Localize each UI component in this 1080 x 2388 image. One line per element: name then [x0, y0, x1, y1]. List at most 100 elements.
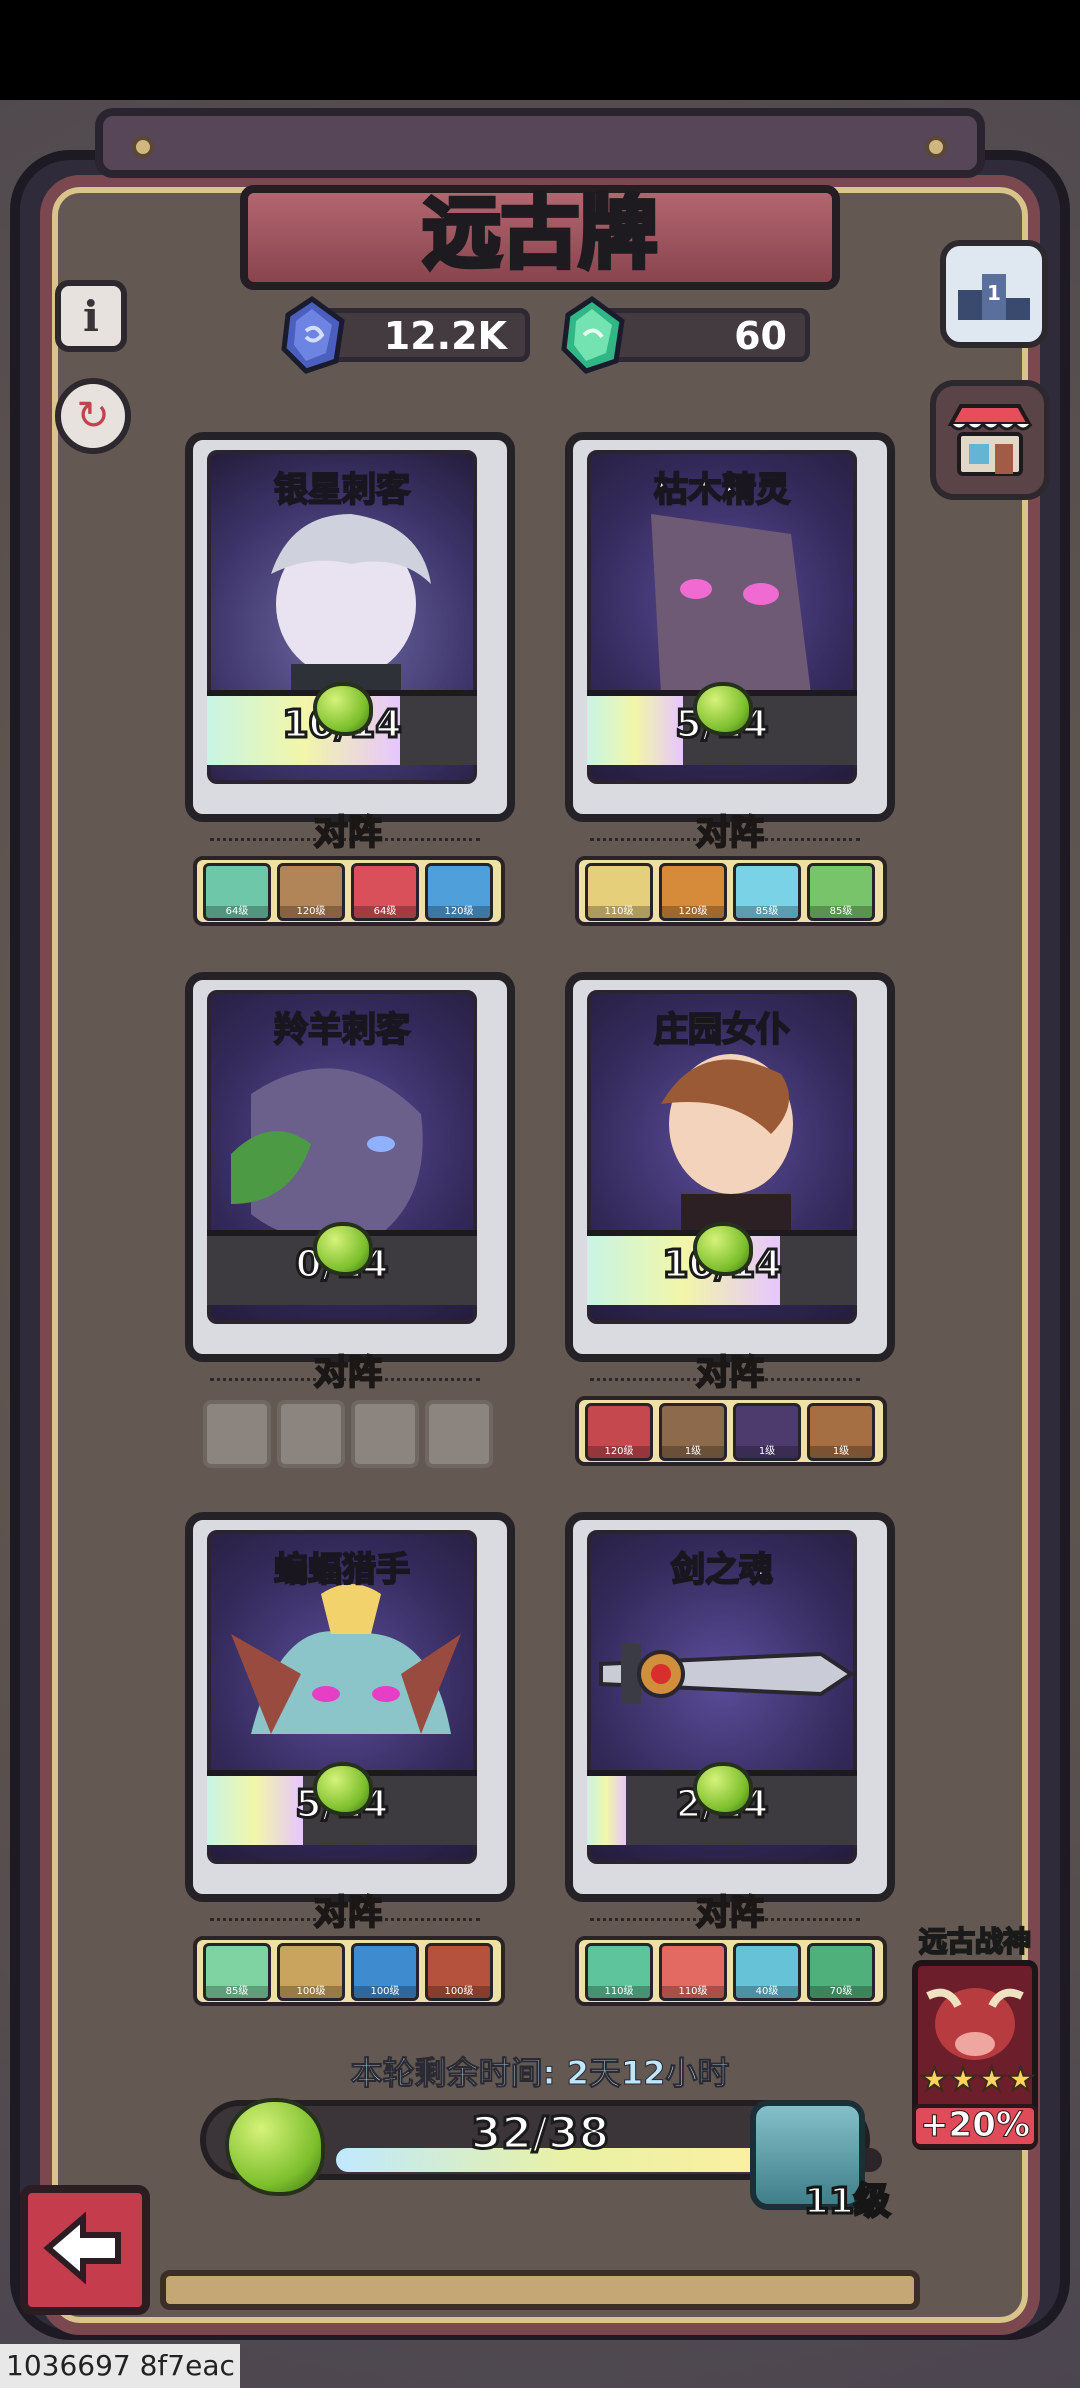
enemy-level: 120级: [280, 906, 342, 918]
chest-level: 11级: [802, 2180, 891, 2224]
team-label: 对阵: [313, 1352, 383, 1394]
hero-name: 羚羊刺客: [273, 1009, 411, 1051]
card-slot[interactable]: 银星刺客 10/14: [185, 432, 515, 822]
team-label: 对阵: [313, 812, 383, 854]
enemy-avatar: 110级: [585, 863, 653, 921]
rivet: [132, 136, 154, 158]
currency-blue-value: 12.2K: [383, 314, 507, 358]
seed-icon: [313, 1222, 373, 1276]
empty-avatar-slot: [203, 1400, 271, 1468]
enemy-level: 110级: [588, 906, 650, 918]
seed-icon: [313, 682, 373, 736]
enemy-team[interactable]: 85级 100级 100级 100级: [193, 1936, 505, 2006]
enemy-team[interactable]: 110级 120级 85级 85级: [575, 856, 887, 926]
hero-name: 银星刺客: [273, 469, 411, 511]
enemy-avatar: 120级: [659, 863, 727, 921]
enemy-level: 120级: [428, 906, 490, 918]
enemy-avatar: 1级: [659, 1403, 727, 1461]
enemy-avatar: 100级: [425, 1943, 493, 2001]
enemy-level: 100级: [280, 1986, 342, 1998]
reward-stars: ★★★★: [919, 2059, 1036, 2099]
empty-avatar-slot: [425, 1400, 493, 1468]
card-slot[interactable]: 蝙蝠猎手 5/14: [185, 1512, 515, 1902]
ranking-button[interactable]: 1: [940, 240, 1048, 348]
seed-icon: [693, 682, 753, 736]
top-rail: [95, 108, 985, 178]
hero-name: 枯木精灵: [653, 469, 791, 511]
team-label: 对阵: [313, 1892, 383, 1934]
svg-text:1: 1: [987, 281, 1001, 305]
blue-crystal-icon: [281, 295, 345, 374]
enemy-avatar: 64级: [351, 863, 419, 921]
enemy-level: 120级: [662, 906, 724, 918]
seed-icon: [693, 1222, 753, 1276]
round-timer: 本轮剩余时间: 2天12小时: [350, 2054, 730, 2093]
enemy-level: 100级: [428, 1986, 490, 1998]
enemy-avatar: 120级: [425, 863, 493, 921]
empty-avatar-slot: [351, 1400, 419, 1468]
enemy-level: 64级: [206, 906, 268, 918]
green-crystal-icon: [561, 295, 625, 374]
hero-name: 剑之魂: [670, 1549, 774, 1591]
empty-avatar-slot: [277, 1400, 345, 1468]
card-slot[interactable]: 庄园女仆 10/14: [565, 972, 895, 1362]
enemy-avatar: 1级: [807, 1403, 875, 1461]
enemy-level: 1级: [810, 1446, 872, 1458]
card-slot[interactable]: 枯木精灵 5/14: [565, 432, 895, 822]
refresh-icon: ↻: [76, 393, 110, 439]
card-slot[interactable]: 羚羊刺客 0/14: [185, 972, 515, 1362]
enemy-avatar: 110级: [659, 1943, 727, 2001]
enemy-level: 70级: [810, 1986, 872, 1998]
game-screen: 远古牌 12.2K 60 i ↻ 1 银星刺客 枯木精灵 羚羊刺客 庄园女仆 蝙…: [0, 0, 1080, 2388]
info-button[interactable]: i: [55, 280, 127, 352]
reward-title: 远古战神: [918, 1924, 1032, 1959]
enemy-level: 110级: [588, 1986, 650, 1998]
enemy-avatar: 40级: [733, 1943, 801, 2001]
enemy-level: 100级: [354, 1986, 416, 1998]
team-label: 对阵: [695, 1892, 765, 1934]
enemy-avatar: 70级: [807, 1943, 875, 2001]
enemy-avatar: 110级: [585, 1943, 653, 2001]
enemy-level: 85级: [810, 906, 872, 918]
enemy-avatar: 100级: [277, 1943, 345, 2001]
back-button[interactable]: [20, 2185, 150, 2315]
hero-name: 庄园女仆: [653, 1009, 791, 1051]
enemy-avatar: 120级: [585, 1403, 653, 1461]
page-title: 远古牌: [420, 187, 659, 282]
enemy-avatar: 85级: [203, 1943, 271, 2001]
seed-icon: [225, 2098, 325, 2196]
reward-bonus: +20%: [912, 2104, 1038, 2148]
team-label: 对阵: [695, 812, 765, 854]
podium-icon: 1: [958, 274, 1030, 320]
hero-name: 蝙蝠猎手: [273, 1549, 411, 1591]
enemy-level: 85级: [736, 906, 798, 918]
currency-blue-bar: 12.2K: [320, 308, 530, 362]
shop-icon: [947, 404, 1033, 476]
enemy-level: 85级: [206, 1986, 268, 1998]
enemy-team[interactable]: 110级 110级 40级 70级: [575, 1936, 887, 2006]
enemy-avatar: 120级: [277, 863, 345, 921]
enemy-avatar: 85级: [807, 863, 875, 921]
seed-icon: [693, 1762, 753, 1816]
enemy-level: 110级: [662, 1986, 724, 1998]
enemy-avatar: 100级: [351, 1943, 419, 2001]
shop-button[interactable]: [930, 380, 1050, 500]
enemy-team[interactable]: 120级 1级 1级 1级: [575, 1396, 887, 1466]
enemy-avatar: 1级: [733, 1403, 801, 1461]
watermark: 1036697 8f7eac: [0, 2344, 240, 2388]
enemy-team[interactable]: 64级 120级 64级 120级: [193, 856, 505, 926]
back-arrow-icon: [43, 2211, 121, 2285]
refresh-button[interactable]: ↻: [55, 378, 131, 454]
currency-green-value: 60: [734, 314, 787, 358]
team-label: 对阵: [695, 1352, 765, 1394]
currency-green-bar: 60: [600, 308, 810, 362]
enemy-level: 120级: [588, 1446, 650, 1458]
enemy-level: 1级: [736, 1446, 798, 1458]
info-icon: i: [83, 291, 99, 341]
card-slot[interactable]: 剑之魂 2/14: [565, 1512, 895, 1902]
enemy-level: 1级: [662, 1446, 724, 1458]
status-bar: [0, 0, 1080, 100]
enemy-avatar: 64级: [203, 863, 271, 921]
bottom-rail: [160, 2270, 920, 2310]
enemy-avatar: 85级: [733, 863, 801, 921]
